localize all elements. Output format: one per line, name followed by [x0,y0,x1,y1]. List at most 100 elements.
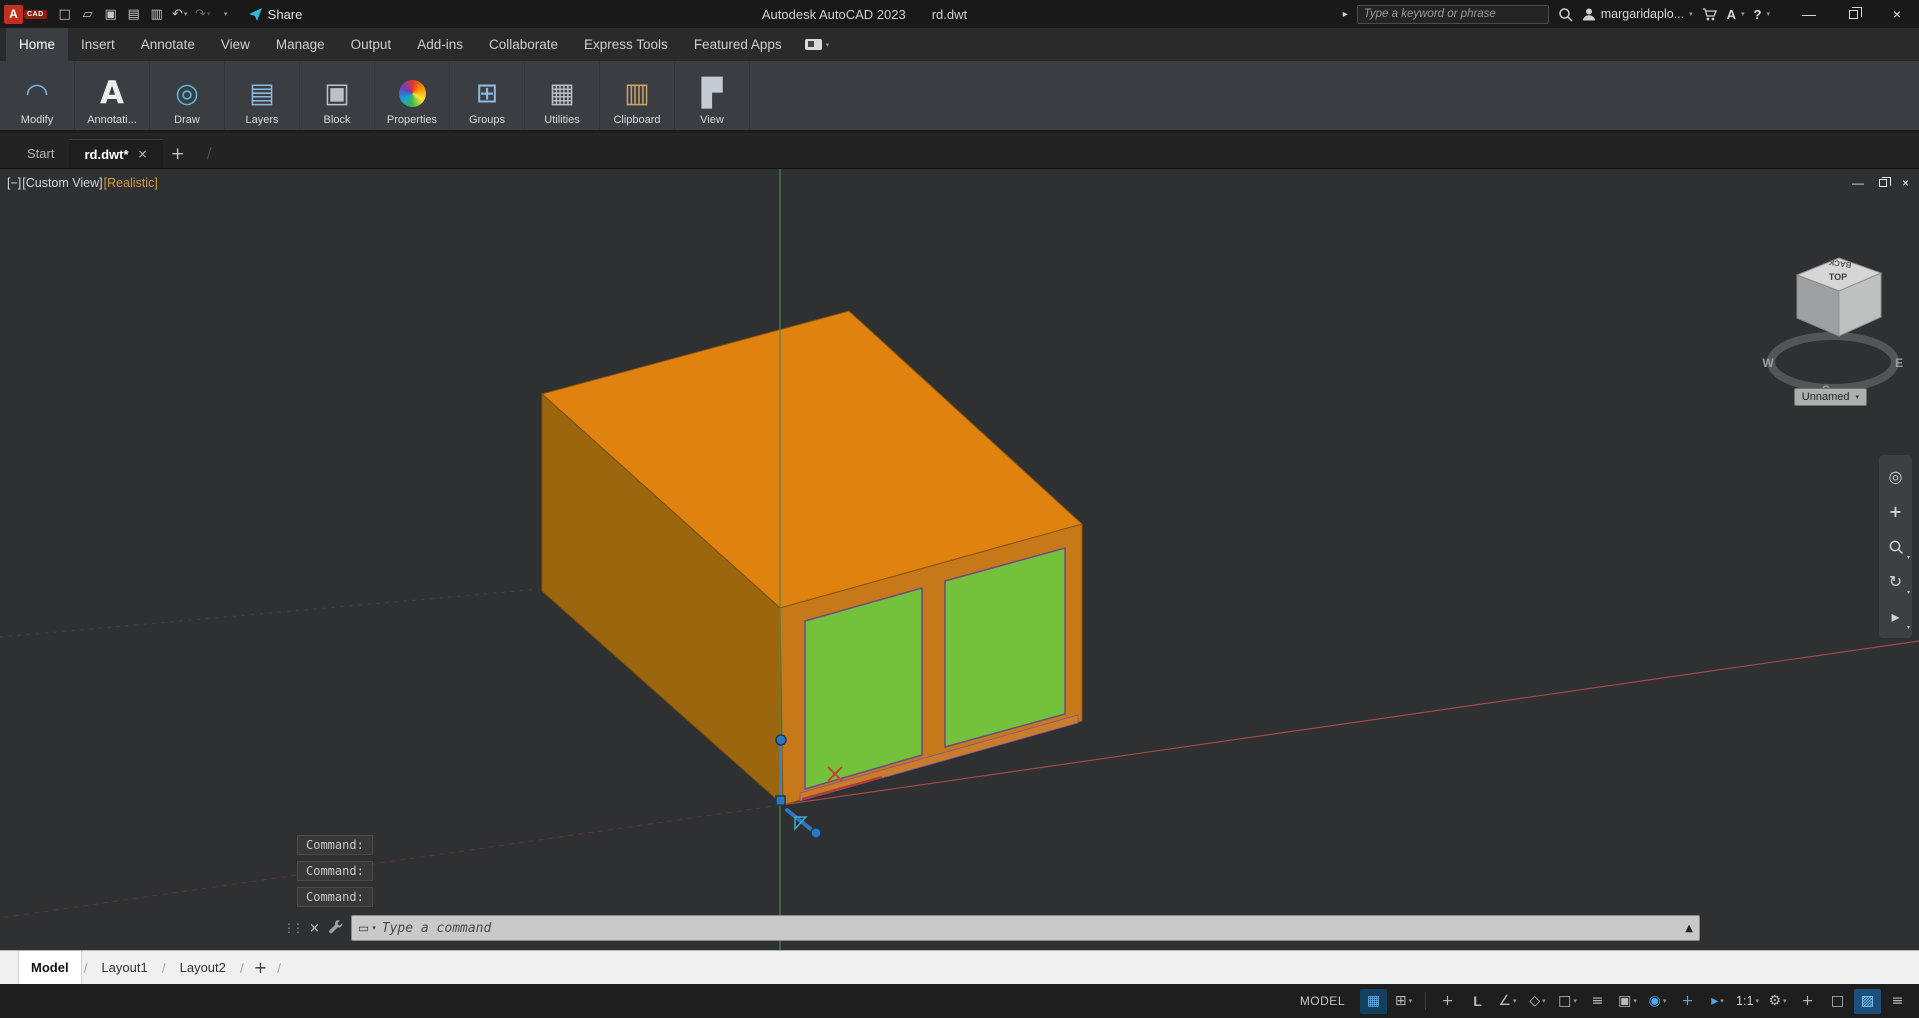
search-input[interactable] [1364,8,1542,20]
layout-tab-layout2[interactable]: Layout2 [168,951,238,984]
redo-button[interactable]: ↷ ▾ [192,3,214,25]
drawing-canvas[interactable]: W S E BACK TOP [−] [Custom View] [Realis… [0,169,1919,950]
object-snap-caret-icon[interactable]: ▾ [1573,997,1577,1005]
navbar-show-motion[interactable]: ▸ ▾ [1879,599,1912,634]
user-caret-icon[interactable]: ▾ [1689,10,1693,18]
ribbon-panel-annotation[interactable]: A Annotati... [75,61,150,130]
search-icon[interactable] [1558,7,1573,22]
ribbon-panel-draw[interactable]: ◎ Draw [150,61,225,130]
restore-button[interactable] [1831,0,1875,28]
zoom-caret-icon[interactable]: ▾ [1907,554,1910,561]
ribbon-panel-layers[interactable]: ▤ Layers [225,61,300,130]
ribbon-tab-manage[interactable]: Manage [263,28,338,61]
ribbon-panel-utilities[interactable]: ▦ Utilities [525,61,600,130]
ribbon-panel-groups[interactable]: ⊞ Groups [450,61,525,130]
isolate-objects-toggle[interactable]: □ [1824,989,1851,1014]
viewport-view-control[interactable]: [Custom View] [22,176,102,190]
command-input[interactable] [382,921,1680,936]
selection-cycling-caret-icon[interactable]: ▾ [1633,997,1637,1005]
search-expand-arrow[interactable]: ▸ [1343,9,1348,20]
infer-constraints-toggle[interactable]: + [1434,989,1461,1014]
user-menu[interactable]: margaridaplo... ▾ [1582,7,1693,21]
command-options-caret-icon[interactable]: ▾ [372,924,376,932]
command-close-icon[interactable]: × [309,921,320,936]
autodesk-app-caret-icon[interactable]: ▾ [1741,10,1745,18]
isodraft-toggle[interactable]: ◇ ▾ [1524,989,1551,1014]
ucs-caret-icon[interactable]: ▾ [1855,393,1859,401]
grip-point-top[interactable] [776,735,786,745]
add-layout-button[interactable]: + [246,958,275,977]
window-right[interactable] [945,548,1065,747]
ortho-toggle[interactable]: L [1464,989,1491,1014]
ribbon-panel-properties[interactable]: Properties [375,61,450,130]
settings-caret-icon[interactable]: ▾ [1783,997,1787,1005]
compass-west[interactable]: W [1762,356,1774,370]
command-options-button[interactable]: ▭ ▾ [358,921,376,935]
ribbon-tab-insert[interactable]: Insert [68,28,128,61]
search-box[interactable] [1357,5,1549,24]
isodraft-caret-icon[interactable]: ▾ [1542,997,1546,1005]
ribbon-tab-collaborate[interactable]: Collaborate [476,28,571,61]
grip-point-end[interactable] [811,828,821,838]
close-button[interactable]: × [1875,0,1919,28]
ribbon-panel-block[interactable]: ▣ Block [300,61,375,130]
autocad-logo[interactable]: A CAD [4,5,47,24]
ribbon-tab-home[interactable]: Home [6,28,68,61]
navbar-orbit[interactable]: ↻ ▾ [1879,564,1912,599]
viewport-minimize-icon[interactable]: — [1852,176,1864,190]
annotation-scale-caret-icon[interactable]: ▾ [1755,997,1759,1005]
ribbon-tab-add-ins[interactable]: Add-ins [404,28,476,61]
viewport-close-icon[interactable]: × [1902,176,1909,190]
ribbon-panel-view[interactable]: ▛ View [675,61,750,130]
ribbon-display-caret-icon[interactable]: ▾ [826,41,830,49]
ribbon-tab-express-tools[interactable]: Express Tools [571,28,681,61]
undo-button[interactable]: ↶ ▾ [169,3,191,25]
graphics-performance-toggle[interactable]: ▨ [1854,989,1881,1014]
ribbon-panel-modify[interactable]: ◠ Modify [0,61,75,130]
ribbon-panel-clipboard[interactable]: ▥ Clipboard [600,61,675,130]
osnap-3d-toggle[interactable]: ◉ ▾ [1644,989,1671,1014]
minimize-button[interactable]: — [1787,0,1831,28]
snap-caret-icon[interactable]: ▾ [1409,997,1413,1005]
autodesk-app-menu[interactable]: A ▾ [1727,7,1745,22]
undo-caret-icon[interactable]: ▾ [184,10,188,18]
navbar-full-navigation-wheel[interactable]: ◎ [1879,459,1912,494]
navbar-pan[interactable]: + [1879,494,1912,529]
selection-cycling-toggle[interactable]: ▣ ▾ [1614,989,1641,1014]
dynamic-ucs-toggle[interactable]: + [1674,989,1701,1014]
grip-point-base[interactable] [776,796,785,805]
help-caret-icon[interactable]: ▾ [1766,10,1770,18]
save-as-button[interactable]: ▤ [123,3,145,25]
annotation-scale-button[interactable]: 1:1 ▾ [1734,989,1761,1014]
file-tab-rd-dwt[interactable]: rd.dwt* × [69,139,162,168]
command-customize-icon[interactable] [328,919,343,937]
settings-button[interactable]: ⚙ ▾ [1764,989,1791,1014]
redo-caret-icon[interactable]: ▾ [207,10,211,18]
share-button[interactable]: Share [248,7,303,22]
polar-tracking-toggle[interactable]: ∠ ▾ [1494,989,1521,1014]
lineweight-toggle[interactable]: ≡ [1584,989,1611,1014]
orbit-caret-icon[interactable]: ▾ [1907,589,1910,596]
open-file-button[interactable]: ▱ [77,3,99,25]
polar-caret-icon[interactable]: ▾ [1513,997,1517,1005]
ribbon-tab-view[interactable]: View [208,28,263,61]
osnap-3d-caret-icon[interactable]: ▾ [1663,997,1667,1005]
compass-east[interactable]: E [1895,356,1903,370]
viewcube[interactable]: W S E BACK TOP [1762,257,1903,397]
viewcube-compass-ring[interactable] [1771,336,1895,388]
command-input-field[interactable]: ▭ ▾ ▲ [351,915,1700,941]
visual-style-control[interactable]: [Realistic] [104,176,158,190]
viewport-restore-icon[interactable] [1879,179,1887,187]
layout-tab-layout1[interactable]: Layout1 [89,951,159,984]
save-button[interactable]: ▣ [100,3,122,25]
cart-icon[interactable] [1702,7,1718,21]
new-drawing-tab-button[interactable]: + [163,139,193,168]
ribbon-tab-output[interactable]: Output [338,28,405,61]
command-drag-handle[interactable]: ⋮⋮ [283,921,301,935]
help-menu[interactable]: ? ▾ [1754,7,1770,22]
grid-toggle[interactable]: ▦ [1360,989,1387,1014]
new-file-button[interactable]: □ [54,3,76,25]
selection-filtering-caret-icon[interactable]: ▾ [1720,997,1724,1005]
window-left[interactable] [805,588,922,789]
layout-tab-model[interactable]: Model [18,951,82,984]
